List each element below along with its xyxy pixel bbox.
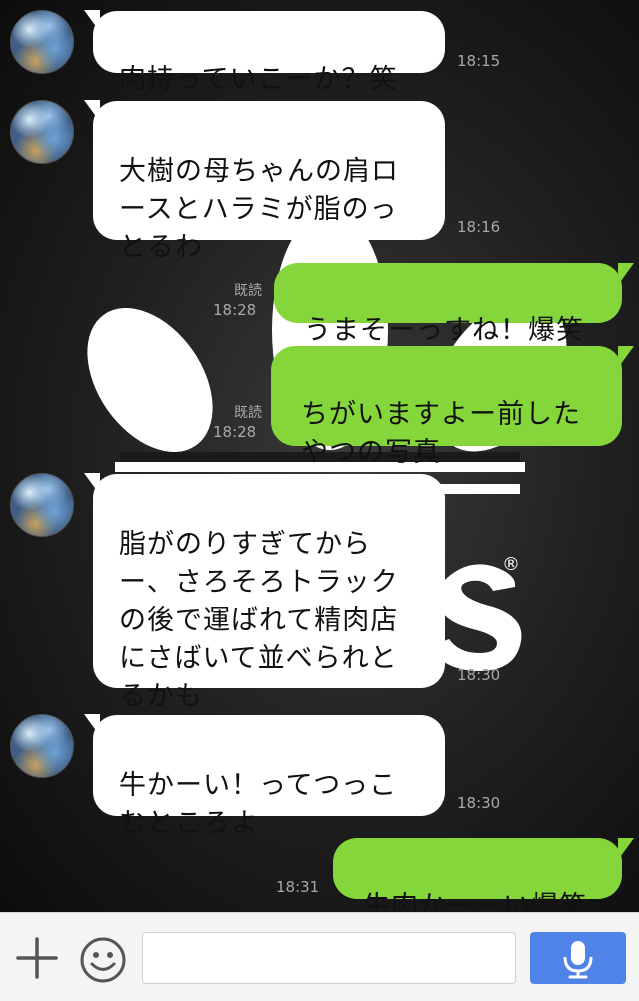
- message-time: 18:31: [276, 878, 320, 896]
- message-input-bar: [0, 912, 639, 1001]
- incoming-message-bubble[interactable]: 脂がのりすぎてから ー、さろそろトラック の後で運ばれて精肉店 にさばいて並べら…: [93, 474, 445, 712]
- message-time: 18:30: [457, 794, 501, 812]
- contact-avatar[interactable]: [10, 100, 74, 164]
- contact-avatar[interactable]: [10, 10, 74, 74]
- bubble-tail: [618, 838, 634, 860]
- message-text: うまそーっすね！爆笑: [304, 315, 584, 346]
- message-time: 18:28: [213, 423, 257, 441]
- microphone-icon: [563, 941, 593, 979]
- outgoing-message-bubble[interactable]: うまそーっすね！爆笑: [274, 263, 622, 346]
- read-receipt: 既読: [234, 405, 262, 421]
- contact-avatar[interactable]: [10, 473, 74, 537]
- message-time: 18:16: [457, 218, 501, 236]
- registered-mark: ®: [502, 554, 520, 575]
- incoming-message-bubble[interactable]: 大樹の母ちゃんの肩ロ ースとハラミが脂のっ とるわ: [93, 101, 445, 263]
- bubble-tail: [618, 263, 634, 285]
- incoming-message-bubble[interactable]: 牛かーい！ってつっこ むところよ: [93, 715, 445, 839]
- message-time: 18:15: [457, 52, 501, 70]
- chat-area[interactable]: ® 肉持っていこーか？笑 18:15 大樹の母ちゃんの肩ロ ースとハラミが脂のっ…: [0, 0, 639, 912]
- message-text: 牛肉かーーい爆笑: [363, 891, 587, 912]
- read-receipt: 既読: [234, 283, 262, 299]
- plus-icon[interactable]: [14, 935, 60, 981]
- outgoing-message-bubble[interactable]: ちがいますよー前した やつの写真: [271, 346, 622, 468]
- outgoing-message-bubble[interactable]: 牛肉かーーい爆笑: [333, 838, 622, 912]
- contact-avatar[interactable]: [10, 714, 74, 778]
- message-input[interactable]: [142, 932, 516, 984]
- message-time: 18:28: [213, 301, 257, 319]
- message-time: 18:30: [457, 666, 501, 684]
- message-text: 肉持っていこーか？笑: [119, 64, 398, 95]
- bubble-tail: [618, 346, 634, 368]
- message-text: 脂がのりすぎてから ー、さろそろトラック の後で運ばれて精肉店 にさばいて並べら…: [119, 529, 399, 712]
- smiley-icon[interactable]: [78, 935, 128, 985]
- mic-button[interactable]: [530, 932, 626, 984]
- incoming-message-bubble[interactable]: 肉持っていこーか？笑: [93, 11, 445, 95]
